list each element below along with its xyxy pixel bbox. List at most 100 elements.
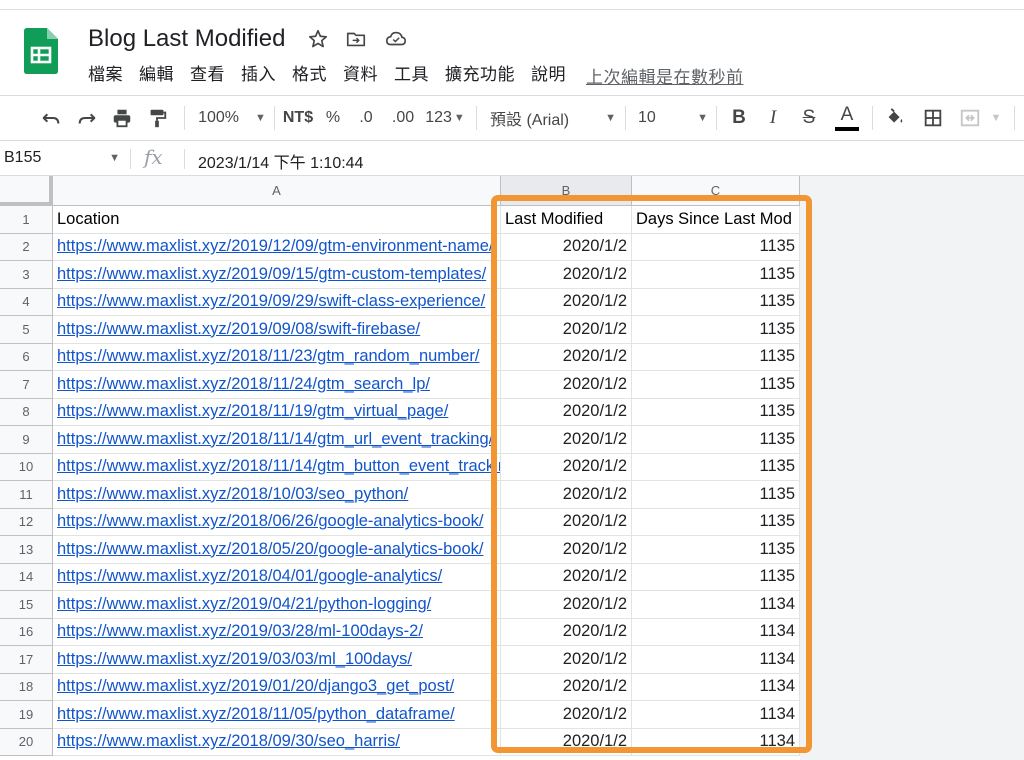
menu-help[interactable]: 說明 <box>523 63 574 87</box>
cell-location-link[interactable]: https://www.maxlist.xyz/2019/09/08/swift… <box>53 316 501 344</box>
cell-last-modified[interactable]: 2020/1/2 <box>501 426 632 454</box>
cell-last-modified[interactable]: 2020/1/2 <box>501 233 632 261</box>
print-icon[interactable] <box>107 96 137 140</box>
cell-last-modified[interactable]: 2020/1/2 <box>501 261 632 289</box>
merge-cells-icon[interactable] <box>955 96 985 140</box>
row-header[interactable]: 10 <box>0 453 53 481</box>
cell-days-since[interactable]: 1134 <box>632 591 800 619</box>
cell-last-modified[interactable]: 2020/1/2 <box>501 316 632 344</box>
cell-location-link[interactable]: https://www.maxlist.xyz/2019/09/29/swift… <box>53 288 501 316</box>
cell-days-since[interactable]: 1134 <box>632 618 800 646</box>
menu-data[interactable]: 資料 <box>335 63 386 87</box>
row-header[interactable]: 14 <box>0 563 53 591</box>
last-edit-link[interactable]: 上次編輯是在數秒前 <box>586 63 744 88</box>
row-header[interactable]: 16 <box>0 618 53 646</box>
row-header[interactable]: 7 <box>0 371 53 399</box>
cell-location-link[interactable]: https://www.maxlist.xyz/2018/11/05/pytho… <box>53 701 501 729</box>
cell-location-link[interactable]: https://www.maxlist.xyz/2019/04/21/pytho… <box>53 591 501 619</box>
bold-button[interactable]: B <box>726 96 752 140</box>
row-header[interactable]: 3 <box>0 261 53 289</box>
menu-format[interactable]: 格式 <box>284 63 335 87</box>
cell-days-since[interactable]: 1134 <box>632 728 800 756</box>
cell-last-modified[interactable]: 2020/1/2 <box>501 288 632 316</box>
header-cell-days-since[interactable]: Days Since Last Mod <box>632 206 800 234</box>
row-header[interactable]: 17 <box>0 646 53 674</box>
cell-last-modified[interactable]: 2020/1/2 <box>501 701 632 729</box>
cell-days-since[interactable]: 1134 <box>632 673 800 701</box>
cell-last-modified[interactable]: 2020/1/2 <box>501 728 632 756</box>
cell-last-modified[interactable]: 2020/1/2 <box>501 618 632 646</box>
column-header-b[interactable]: B <box>501 176 632 206</box>
cell-location-link[interactable]: https://www.maxlist.xyz/2019/03/03/ml_10… <box>53 646 501 674</box>
cell-location-link[interactable]: https://www.maxlist.xyz/2018/11/24/gtm_s… <box>53 371 501 399</box>
merge-cells-dropdown[interactable]: ▼ <box>988 96 1004 140</box>
row-header[interactable]: 12 <box>0 508 53 536</box>
decrease-decimal-button[interactable]: .0 <box>352 96 380 140</box>
cell-location-link[interactable]: https://www.maxlist.xyz/2019/03/28/ml-10… <box>53 618 501 646</box>
cell-last-modified[interactable]: 2020/1/2 <box>501 398 632 426</box>
cell-days-since[interactable]: 1135 <box>632 563 800 591</box>
cell-days-since[interactable]: 1135 <box>632 398 800 426</box>
row-header[interactable]: 19 <box>0 701 53 729</box>
cell-last-modified[interactable]: 2020/1/2 <box>501 591 632 619</box>
cell-last-modified[interactable]: 2020/1/2 <box>501 646 632 674</box>
currency-format-button[interactable]: NT$ <box>279 96 317 140</box>
cloud-saved-icon[interactable] <box>383 26 409 52</box>
row-header[interactable]: 4 <box>0 288 53 316</box>
cell-location-link[interactable]: https://www.maxlist.xyz/2019/01/20/djang… <box>53 673 501 701</box>
cell-days-since[interactable]: 1135 <box>632 536 800 564</box>
font-family-select[interactable]: 預設 (Arial) ▼ <box>490 96 616 140</box>
row-header[interactable]: 1 <box>0 206 53 234</box>
cell-location-link[interactable]: https://www.maxlist.xyz/2019/09/15/gtm-c… <box>53 261 501 289</box>
row-header[interactable]: 13 <box>0 536 53 564</box>
paint-format-icon[interactable] <box>142 96 172 140</box>
cell-location-link[interactable]: https://www.maxlist.xyz/2018/11/14/gtm_u… <box>53 426 501 454</box>
menu-view[interactable]: 查看 <box>182 63 233 87</box>
cell-days-since[interactable]: 1135 <box>632 371 800 399</box>
cell-last-modified[interactable]: 2020/1/2 <box>501 508 632 536</box>
cell-days-since[interactable]: 1135 <box>632 343 800 371</box>
cell-days-since[interactable]: 1135 <box>632 316 800 344</box>
cell-days-since[interactable]: 1135 <box>632 453 800 481</box>
menu-file[interactable]: 檔案 <box>80 63 131 87</box>
name-box[interactable]: B155 ▼ <box>4 141 124 175</box>
row-header[interactable]: 9 <box>0 426 53 454</box>
cell-days-since[interactable]: 1135 <box>632 261 800 289</box>
row-header[interactable]: 18 <box>0 673 53 701</box>
cell-days-since[interactable]: 1134 <box>632 701 800 729</box>
row-header[interactable]: 2 <box>0 233 53 261</box>
header-cell-last-modified[interactable]: Last Modified <box>501 206 632 234</box>
select-all-corner[interactable] <box>0 176 53 206</box>
row-header[interactable]: 8 <box>0 398 53 426</box>
cell-last-modified[interactable]: 2020/1/2 <box>501 453 632 481</box>
cell-last-modified[interactable]: 2020/1/2 <box>501 481 632 509</box>
menu-edit[interactable]: 編輯 <box>131 63 182 87</box>
cell-days-since[interactable]: 1135 <box>632 508 800 536</box>
cell-last-modified[interactable]: 2020/1/2 <box>501 536 632 564</box>
row-header[interactable]: 5 <box>0 316 53 344</box>
cell-location-link[interactable]: https://www.maxlist.xyz/2018/04/01/googl… <box>53 563 501 591</box>
borders-icon[interactable] <box>918 96 948 140</box>
star-icon[interactable] <box>305 26 331 52</box>
cell-location-link[interactable]: https://www.maxlist.xyz/2018/05/20/googl… <box>53 536 501 564</box>
increase-decimal-button[interactable]: .00 <box>386 96 420 140</box>
font-size-select[interactable]: 10 ▼ <box>638 96 708 140</box>
sheets-logo-icon[interactable] <box>24 28 58 74</box>
cell-location-link[interactable]: https://www.maxlist.xyz/2018/10/03/seo_p… <box>53 481 501 509</box>
column-header-c[interactable]: C <box>632 176 800 206</box>
cell-days-since[interactable]: 1135 <box>632 481 800 509</box>
cell-location-link[interactable]: https://www.maxlist.xyz/2018/11/23/gtm_r… <box>53 343 501 371</box>
cell-last-modified[interactable]: 2020/1/2 <box>501 371 632 399</box>
undo-icon[interactable] <box>36 96 66 140</box>
italic-button[interactable]: I <box>760 96 786 140</box>
cell-location-link[interactable]: https://www.maxlist.xyz/2018/11/19/gtm_v… <box>53 398 501 426</box>
cell-days-since[interactable]: 1135 <box>632 288 800 316</box>
cell-days-since[interactable]: 1135 <box>632 426 800 454</box>
row-header[interactable]: 20 <box>0 728 53 756</box>
formula-input[interactable]: 2023/1/14 下午 1:10:44 <box>198 149 363 173</box>
zoom-select[interactable]: 100% ▼ <box>192 96 272 140</box>
cell-location-link[interactable]: https://www.maxlist.xyz/2019/12/09/gtm-e… <box>53 233 501 261</box>
cell-days-since[interactable]: 1134 <box>632 646 800 674</box>
header-cell-location[interactable]: Location <box>53 206 501 234</box>
menu-tools[interactable]: 工具 <box>386 63 437 87</box>
